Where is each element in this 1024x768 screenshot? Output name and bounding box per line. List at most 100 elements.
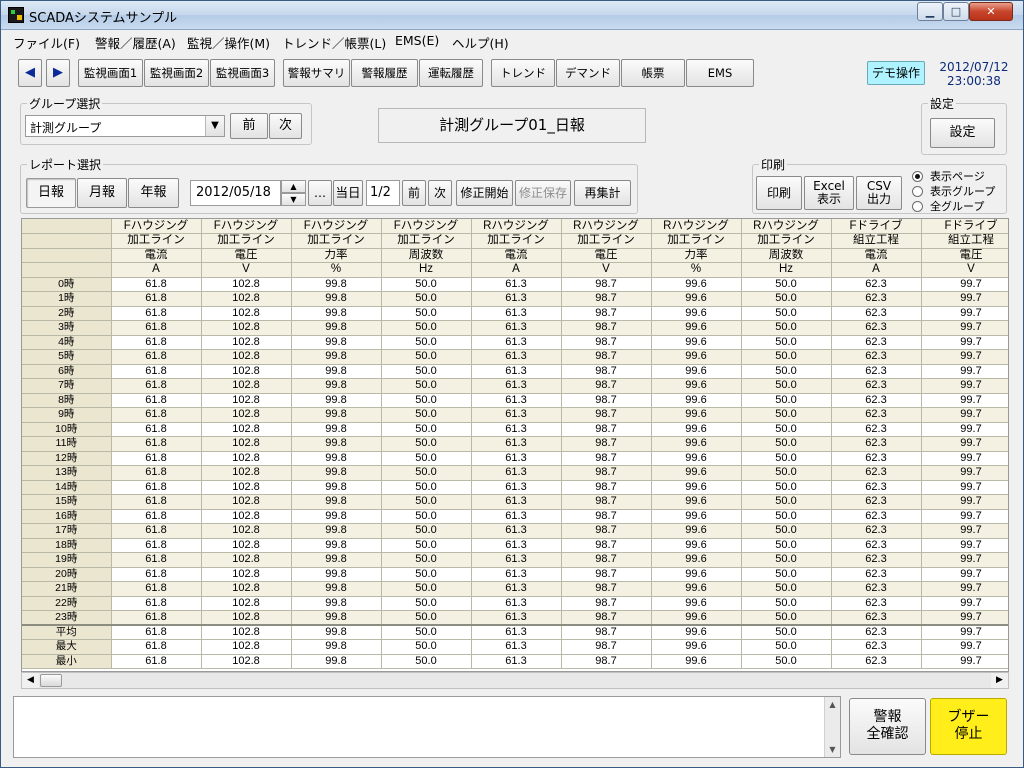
table-cell[interactable]: 61.3	[471, 291, 562, 307]
table-cell[interactable]: 61.8	[111, 320, 202, 336]
table-cell[interactable]: 62.3	[831, 436, 922, 452]
table-cell[interactable]: 102.8	[201, 436, 292, 452]
table-cell[interactable]: 102.8	[201, 451, 292, 466]
table-cell[interactable]: 99.6	[651, 509, 742, 524]
table-cell[interactable]: 98.7	[561, 407, 652, 423]
table-row[interactable]: 3時 61.8 102.8 99.8 50.0 61.3 98.7 99.6 50.0 62.3 9…	[22, 320, 1008, 336]
recalculate-button[interactable]: 再集計	[574, 180, 631, 206]
table-cell[interactable]: 61.3	[471, 335, 562, 350]
table-cell[interactable]: 61.3	[471, 509, 562, 524]
csv-output-button[interactable]: CSV 出力	[856, 176, 902, 210]
table-cell[interactable]: 61.8	[111, 494, 202, 510]
table-cell[interactable]: 61.8	[111, 480, 202, 495]
table-cell[interactable]: 62.3	[831, 364, 922, 379]
table-cell[interactable]: 61.3	[471, 364, 562, 379]
table-cell[interactable]: 61.8	[111, 596, 202, 611]
message-scroll-track[interactable]	[825, 712, 840, 742]
table-cell[interactable]: 98.7	[561, 552, 652, 568]
table-cell[interactable]: 50.0	[741, 393, 832, 408]
table-row[interactable]: 6時 61.8 102.8 99.8 50.0 61.3 98.7 99.6 50.0 62.3 9…	[22, 364, 1008, 379]
radio-display-page-dot[interactable]	[912, 171, 923, 182]
table-cell[interactable]: 50.0	[381, 378, 472, 394]
table-row[interactable]: 17時 61.8 102.8 99.8 50.0 61.3 98.7 99.6 50.0 62.3…	[22, 523, 1008, 539]
table-row[interactable]: 21時 61.8 102.8 99.8 50.0 61.3 98.7 99.6 50.0 62.3…	[22, 581, 1008, 597]
table-cell[interactable]: 98.7	[561, 465, 652, 481]
table-cell[interactable]: 99.8	[291, 436, 382, 452]
table-cell[interactable]: 102.8	[201, 277, 292, 292]
table-cell[interactable]: 99.7	[921, 320, 1008, 336]
date-picker-button[interactable]: …	[308, 180, 332, 206]
table-cell[interactable]: 98.7	[561, 378, 652, 394]
table-cell[interactable]: 98.7	[561, 364, 652, 379]
table-cell[interactable]: 61.8	[111, 335, 202, 350]
table-cell[interactable]: 99.7	[921, 581, 1008, 597]
table-cell[interactable]: 99.6	[651, 422, 742, 437]
table-cell[interactable]: 102.8	[201, 538, 292, 553]
table-cell[interactable]: 50.0	[381, 335, 472, 350]
table-cell[interactable]: 50.0	[741, 277, 832, 292]
radio-all-groups-dot[interactable]	[912, 201, 923, 212]
table-cell[interactable]: 102.8	[201, 364, 292, 379]
table-cell[interactable]: 61.8	[111, 567, 202, 582]
maximize-button[interactable]: □	[943, 2, 969, 21]
table-cell[interactable]: 99.7	[921, 509, 1008, 524]
table-cell[interactable]: 99.6	[651, 393, 742, 408]
table-cell[interactable]: 62.3	[831, 320, 922, 336]
table-cell[interactable]: 62.3	[831, 349, 922, 365]
table-row[interactable]: 1時 61.8 102.8 99.8 50.0 61.3 98.7 99.6 50.0 62.3 9…	[22, 291, 1008, 307]
table-cell[interactable]: 50.0	[741, 538, 832, 553]
table-row[interactable]: 2時 61.8 102.8 99.8 50.0 61.3 98.7 99.6 50.0 62.3 9…	[22, 306, 1008, 321]
table-row[interactable]: 0時 61.8 102.8 99.8 50.0 61.3 98.7 99.6 50.0 62.3 9…	[22, 277, 1008, 292]
table-cell[interactable]: 98.7	[561, 610, 652, 626]
table-cell[interactable]: 102.8	[201, 480, 292, 495]
alarm-history-button[interactable]: 警報履歴	[351, 59, 418, 87]
table-cell[interactable]: 61.8	[111, 277, 202, 292]
table-cell[interactable]: 99.8	[291, 465, 382, 481]
table-cell[interactable]: 98.7	[561, 335, 652, 350]
table-cell[interactable]: 99.8	[291, 407, 382, 423]
edit-start-button[interactable]: 修正開始	[456, 180, 513, 206]
table-row[interactable]: 15時 61.8 102.8 99.8 50.0 61.3 98.7 99.6 50.0 62.3…	[22, 494, 1008, 510]
message-area[interactable]: ▲ ▼	[13, 696, 841, 758]
table-cell[interactable]: 99.6	[651, 581, 742, 597]
table-cell[interactable]: 62.3	[831, 451, 922, 466]
table-cell[interactable]: 99.8	[291, 393, 382, 408]
table-cell[interactable]: 50.0	[741, 407, 832, 423]
table-cell[interactable]: 99.6	[651, 335, 742, 350]
table-cell[interactable]: 98.7	[561, 277, 652, 292]
table-cell[interactable]: 99.7	[921, 610, 1008, 626]
group-combo[interactable]: 計測グループ ▼	[25, 115, 225, 137]
table-cell[interactable]: 99.8	[291, 581, 382, 597]
table-cell[interactable]: 61.3	[471, 523, 562, 539]
table-cell[interactable]: 99.7	[921, 291, 1008, 307]
table-row[interactable]: 14時 61.8 102.8 99.8 50.0 61.3 98.7 99.6 50.0 62.3…	[22, 480, 1008, 495]
table-cell[interactable]: 61.3	[471, 451, 562, 466]
table-cell[interactable]: 50.0	[741, 364, 832, 379]
table-cell[interactable]: 50.0	[381, 538, 472, 553]
table-cell[interactable]: 50.0	[381, 451, 472, 466]
table-cell[interactable]: 50.0	[381, 436, 472, 452]
forward-button[interactable]: ▶	[46, 59, 70, 87]
table-cell[interactable]: 50.0	[741, 436, 832, 452]
table-cell[interactable]: 61.3	[471, 494, 562, 510]
table-cell[interactable]: 99.7	[921, 393, 1008, 408]
table-cell[interactable]: 50.0	[741, 422, 832, 437]
table-cell[interactable]: 98.7	[561, 306, 652, 321]
radio-all-groups[interactable]: 全グループ	[912, 198, 984, 214]
table-row[interactable]: 10時 61.8 102.8 99.8 50.0 61.3 98.7 99.6 50.0 62.3…	[22, 422, 1008, 437]
table-cell[interactable]: 61.8	[111, 364, 202, 379]
excel-view-button[interactable]: Excel 表示	[804, 176, 854, 210]
table-cell[interactable]: 61.3	[471, 610, 562, 626]
table-cell[interactable]: 50.0	[381, 306, 472, 321]
table-cell[interactable]: 99.6	[651, 538, 742, 553]
table-cell[interactable]: 102.8	[201, 422, 292, 437]
table-cell[interactable]: 50.0	[381, 552, 472, 568]
today-button[interactable]: 当日	[333, 180, 363, 206]
table-cell[interactable]: 99.8	[291, 306, 382, 321]
table-cell[interactable]: 62.3	[831, 494, 922, 510]
table-cell[interactable]: 50.0	[381, 320, 472, 336]
table-cell[interactable]: 102.8	[201, 596, 292, 611]
table-cell[interactable]: 98.7	[561, 422, 652, 437]
table-cell[interactable]: 99.7	[921, 422, 1008, 437]
table-cell[interactable]: 99.8	[291, 422, 382, 437]
